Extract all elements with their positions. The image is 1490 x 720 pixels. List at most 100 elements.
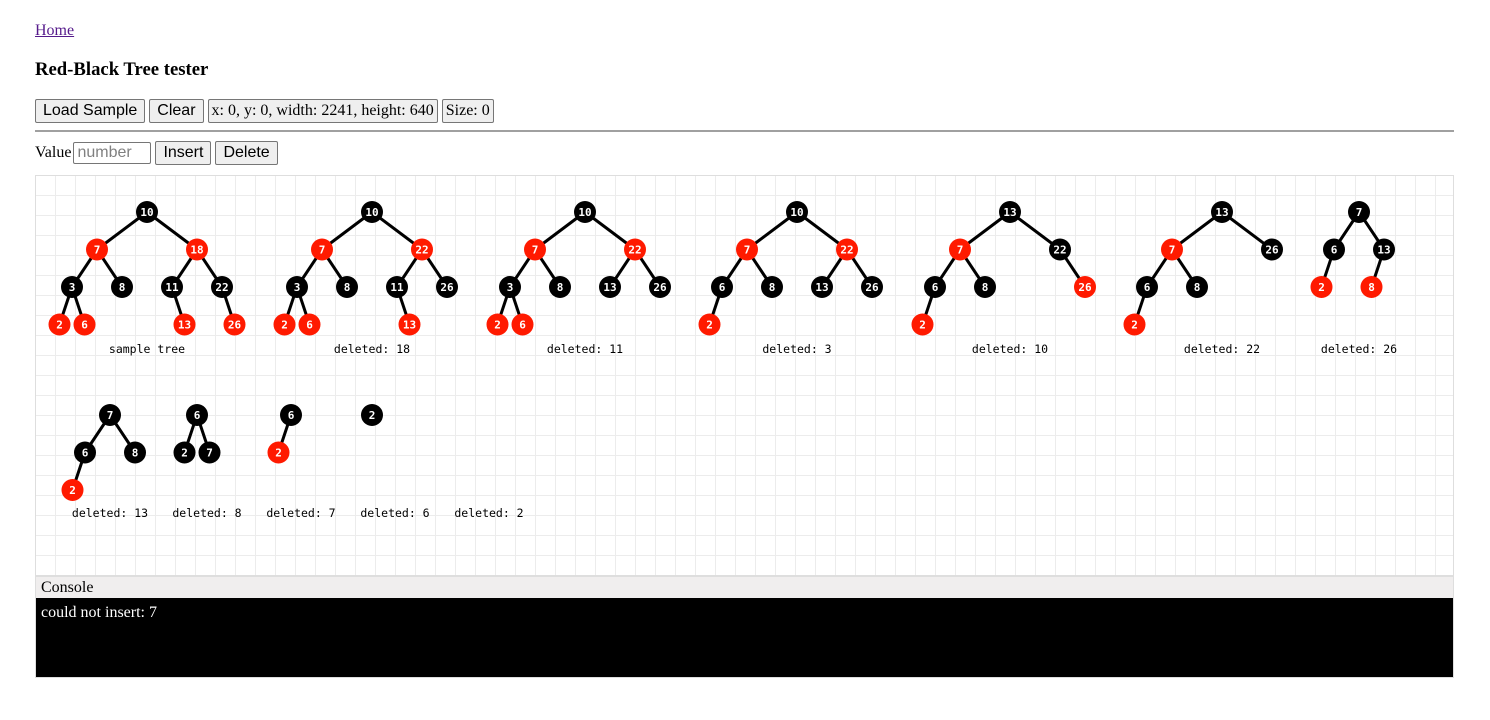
node-value: 3: [294, 281, 301, 294]
node-value: 10: [365, 206, 378, 219]
page-title: Red-Black Tree tester: [35, 59, 209, 80]
node-value: 2: [275, 447, 282, 460]
tree-caption: deleted: 22: [1184, 342, 1260, 356]
node-value: 7: [206, 447, 213, 460]
node-value: 8: [557, 281, 564, 294]
node-value: 2: [706, 319, 713, 332]
trees: 2 63 87131126221810sample tree2 63 871311 262…: [48, 201, 1397, 520]
node-value: 26: [1078, 281, 1092, 294]
node-value: 2: [919, 319, 926, 332]
insert-button[interactable]: Insert: [155, 141, 212, 165]
clear-button[interactable]: Clear: [149, 99, 204, 123]
tree: 2 63 871311 262210deleted: 18: [273, 201, 458, 356]
tree-caption: sample tree: [109, 342, 185, 356]
node-value: 3: [507, 281, 514, 294]
separator: [35, 130, 1454, 132]
node-value: 2: [1318, 281, 1325, 294]
node-value: 3: [69, 281, 76, 294]
node-value: 6: [288, 409, 295, 422]
tree-caption: deleted: 3: [762, 342, 831, 356]
node-value: 7: [1169, 244, 1176, 257]
node-value: 8: [1368, 281, 1375, 294]
node-value: 6: [519, 319, 526, 332]
node-value: 13: [1003, 206, 1016, 219]
node-value: 10: [790, 206, 803, 219]
tree-caption: deleted: 6: [360, 506, 429, 520]
viewport-info-badge: x: 0, y: 0, width: 2241, height: 640: [207, 99, 438, 123]
node-value: 2: [56, 319, 63, 332]
tree-caption: deleted: 18: [334, 342, 410, 356]
node-value: 26: [865, 281, 879, 294]
node-value: 2: [1131, 319, 1138, 332]
load-sample-button[interactable]: Load Sample: [35, 99, 146, 123]
node-value: 7: [319, 244, 326, 257]
node-value: 2: [181, 447, 188, 460]
node-value: 6: [1331, 244, 1338, 257]
node-value: 7: [744, 244, 751, 257]
tree-canvas[interactable]: 2 6 3 8 7 13 11 26 22 18 10 sample tree 2 6 3 8 7 13 11 26 2…: [35, 175, 1454, 576]
console-output: could not insert: 7: [35, 598, 1454, 678]
tree: 26 87262213deleted: 10: [911, 201, 1096, 356]
node-value: 22: [1053, 244, 1066, 257]
node-value: 2: [69, 484, 76, 497]
tree-caption: deleted: 8: [172, 506, 241, 520]
node-value: 8: [344, 281, 351, 294]
delete-button[interactable]: Delete: [215, 141, 278, 165]
node-value: 11: [165, 281, 179, 294]
node-value: 26: [228, 319, 242, 332]
node-value: 26: [1265, 244, 1279, 257]
node-value: 8: [132, 447, 139, 460]
tree: 26 87 2613deleted: 22: [1123, 201, 1283, 356]
node-value: 2: [369, 409, 376, 422]
node-value: 10: [578, 206, 591, 219]
node-value: 13: [1377, 244, 1390, 257]
node-value: 2: [494, 319, 501, 332]
node-value: 6: [1144, 281, 1151, 294]
size-badge: Size: 0: [441, 99, 494, 123]
tree: 2 6 deleted: 7: [266, 404, 336, 520]
tree-caption: deleted: 26: [1321, 342, 1397, 356]
home-link[interactable]: Home: [35, 22, 74, 40]
node-value: 8: [982, 281, 989, 294]
node-value: 22: [840, 244, 853, 257]
node-value: 6: [194, 409, 201, 422]
tree-caption: deleted: 2: [454, 506, 523, 520]
node-value: 13: [815, 281, 828, 294]
toolbar: Load Sample Clear x: 0, y: 0, width: 224…: [35, 99, 494, 123]
value-label: Value: [35, 144, 72, 161]
node-value: 10: [140, 206, 153, 219]
tree-caption: deleted: 7: [266, 506, 335, 520]
node-value: 26: [440, 281, 454, 294]
tree: 2 7 6 deleted: 8: [172, 404, 242, 520]
console-line: could not insert: 7: [41, 604, 157, 621]
node-value: 8: [1194, 281, 1201, 294]
grid: [36, 176, 1453, 575]
value-row: Value Insert Delete: [35, 141, 278, 165]
node-value: 22: [415, 244, 428, 257]
node-value: 7: [94, 244, 101, 257]
tree: deleted: 2: [454, 506, 523, 520]
node-value: 22: [215, 281, 228, 294]
node-value: 6: [81, 319, 88, 332]
node-value: 7: [957, 244, 964, 257]
console-header: Console: [35, 576, 1454, 598]
node-value: 2: [281, 319, 288, 332]
tree-caption: deleted: 13: [72, 506, 148, 520]
node-value: 13: [1215, 206, 1228, 219]
node-value: 13: [403, 319, 416, 332]
node-value: 6: [306, 319, 313, 332]
tree-caption: deleted: 10: [972, 342, 1048, 356]
node-value: 7: [1356, 206, 1363, 219]
node-value: 22: [628, 244, 641, 257]
tree: 2 63 8713 262210deleted: 11: [486, 201, 671, 356]
node-value: 6: [82, 447, 89, 460]
node-value: 11: [390, 281, 404, 294]
tree: 2 6 8 13 7 deleted: 26: [1310, 201, 1397, 356]
node-value: 6: [932, 281, 939, 294]
node-value: 13: [178, 319, 191, 332]
node-value: 26: [653, 281, 667, 294]
tree-drawing: 2 63 87131126221810sample tree2 63 871311 262…: [36, 176, 1453, 575]
value-input[interactable]: [73, 142, 152, 164]
node-value: 6: [719, 281, 726, 294]
node-value: 8: [119, 281, 126, 294]
